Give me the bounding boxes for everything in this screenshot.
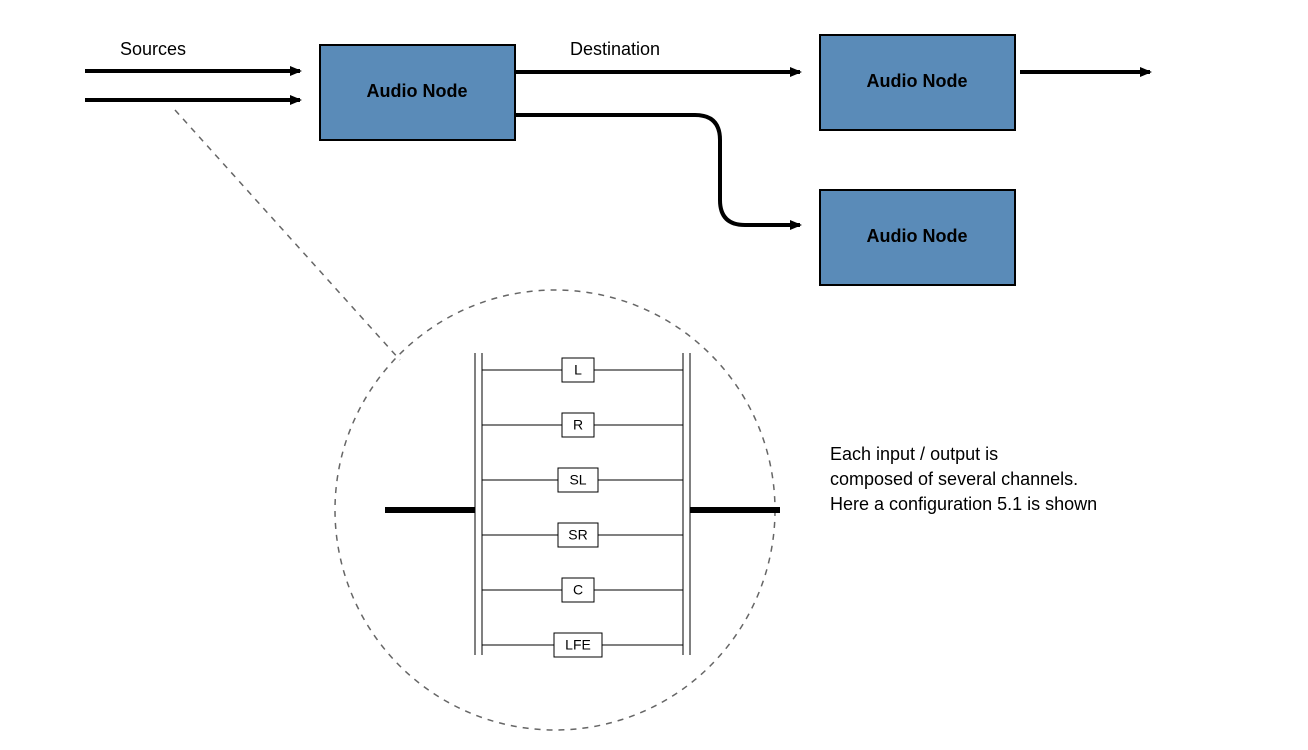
callout-leader xyxy=(175,110,400,360)
audio-node-upper-right-label: Audio Node xyxy=(867,71,968,91)
channel-R: R xyxy=(573,417,583,433)
audio-node-upper-right: Audio Node xyxy=(820,35,1015,130)
description-line-2: composed of several channels. xyxy=(830,469,1078,489)
audio-node-lower-right: Audio Node xyxy=(820,190,1015,285)
channel-SL: SL xyxy=(569,472,586,488)
channel-SR: SR xyxy=(568,527,587,543)
audio-node-central-label: Audio Node xyxy=(367,81,468,101)
channel-C: C xyxy=(573,582,583,598)
destination-arrow-curved xyxy=(515,115,800,225)
sources-label: Sources xyxy=(120,39,186,59)
description-line-3: Here a configuration 5.1 is shown xyxy=(830,494,1097,514)
description-line-1: Each input / output is xyxy=(830,444,998,464)
audio-node-lower-right-label: Audio Node xyxy=(867,226,968,246)
channel-L: L xyxy=(574,362,582,378)
description-text: Each input / output is composed of sever… xyxy=(830,444,1097,514)
channel-detail: L R SL SR C LFE xyxy=(385,353,780,657)
diagram-canvas: Sources Audio Node Destination Audio Nod… xyxy=(0,0,1308,750)
audio-node-central: Audio Node xyxy=(320,45,515,140)
destination-label: Destination xyxy=(570,39,660,59)
channel-LFE: LFE xyxy=(565,637,591,653)
